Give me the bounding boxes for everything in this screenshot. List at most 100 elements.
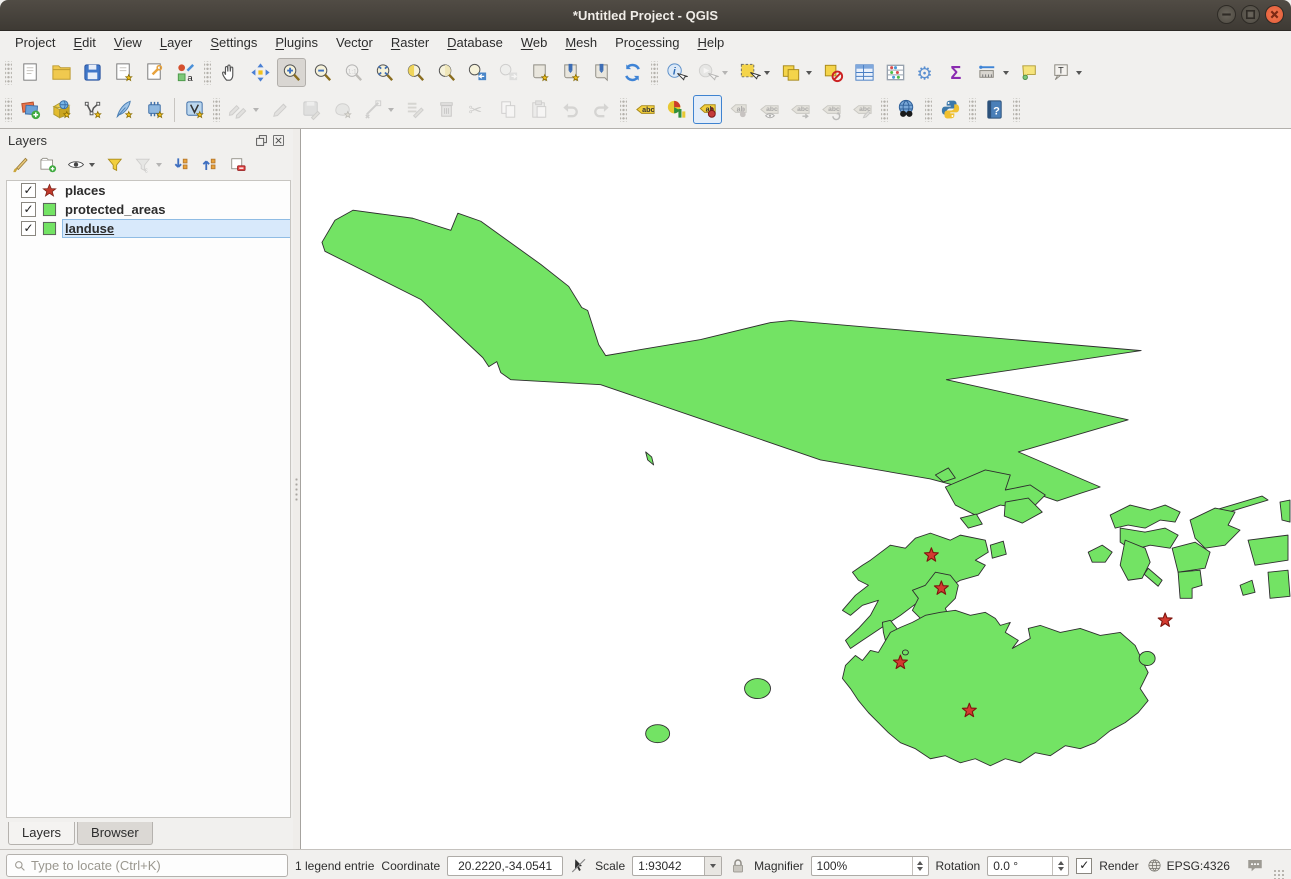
layer-visibility-checkbox[interactable]: ✓	[21, 183, 36, 198]
layer-diagram-button[interactable]	[662, 95, 691, 124]
render-label: Render	[1099, 859, 1138, 873]
menu-view[interactable]: View	[105, 32, 151, 54]
new-project-button[interactable]	[16, 58, 45, 87]
menu-mesh[interactable]: Mesh	[556, 32, 606, 54]
data-source-manager-button[interactable]	[16, 95, 45, 124]
magnifier-spinner[interactable]: 100%	[811, 856, 929, 876]
select-features-button[interactable]	[735, 58, 775, 87]
open-attribute-table-button[interactable]	[850, 58, 879, 87]
legend-count-text: 1 legend entrie	[295, 859, 374, 873]
deselect-features-button[interactable]	[819, 58, 848, 87]
zoom-to-layer-button[interactable]	[432, 58, 461, 87]
mag-native-icon: 1:1	[342, 61, 365, 84]
map-tips-button[interactable]	[1016, 58, 1045, 87]
select-by-value-button[interactable]	[777, 58, 817, 87]
zoom-out-button[interactable]	[308, 58, 337, 87]
crs-status-button[interactable]: EPSG:4326	[1146, 857, 1230, 874]
zoom-in-button[interactable]	[277, 58, 306, 87]
pan-to-selection-button[interactable]	[246, 58, 275, 87]
metasearch-button[interactable]	[892, 95, 921, 124]
menu-settings[interactable]: Settings	[201, 32, 266, 54]
extents-toggle-button[interactable]	[570, 857, 588, 875]
layer-visibility-checkbox[interactable]: ✓	[21, 221, 36, 236]
panel-splitter[interactable]	[293, 129, 300, 849]
locate-search-input[interactable]: Type to locate (Ctrl+K)	[6, 854, 288, 877]
menu-raster[interactable]: Raster	[382, 32, 438, 54]
layout-manager-button[interactable]	[140, 58, 169, 87]
tab-browser[interactable]: Browser	[77, 822, 153, 845]
new-geopackage-layer-button[interactable]	[47, 95, 76, 124]
bookmark-manager-button[interactable]	[556, 58, 585, 87]
scale-combo[interactable]: 1:93042	[632, 856, 722, 876]
identify-features-button[interactable]: i	[662, 58, 691, 87]
zoom-last-button[interactable]	[463, 58, 492, 87]
layer-label[interactable]: protected_areas	[65, 202, 165, 217]
window-title: *Untitled Project - QGIS	[0, 8, 1291, 23]
refresh-button[interactable]	[618, 58, 647, 87]
layer-item-landuse[interactable]: ✓ landuse	[7, 219, 290, 238]
coordinate-input[interactable]: 20.2220,-34.0541	[447, 856, 563, 876]
layer-styling-button[interactable]	[7, 152, 33, 178]
new-shapefile-layer-button[interactable]	[78, 95, 107, 124]
new-scratch-layer-button[interactable]	[140, 95, 169, 124]
pan-map-button[interactable]	[215, 58, 244, 87]
menu-web[interactable]: Web	[512, 32, 557, 54]
zoom-to-selection-button[interactable]	[401, 58, 430, 87]
map-canvas-svg	[301, 129, 1291, 849]
rotation-spinner[interactable]: 0.0 °	[987, 856, 1069, 876]
collapse-all-button[interactable]	[197, 152, 223, 178]
menu-processing[interactable]: Processing	[606, 32, 688, 54]
layer-visibility-checkbox[interactable]: ✓	[21, 202, 36, 217]
spinner-arrows[interactable]	[1052, 857, 1068, 875]
menu-edit[interactable]: Edit	[64, 32, 104, 54]
statistical-summary-button[interactable]: Σ	[943, 58, 972, 87]
zoom-full-button[interactable]	[370, 58, 399, 87]
remove-layer-button[interactable]	[225, 152, 251, 178]
new-bookmark-button[interactable]	[525, 58, 554, 87]
render-checkbox[interactable]: ✓	[1076, 858, 1092, 874]
close-button[interactable]	[1265, 5, 1284, 24]
style-manager-button[interactable]: a	[171, 58, 200, 87]
menu-database[interactable]: Database	[438, 32, 512, 54]
layer-item-protected-areas[interactable]: ✓ protected_areas	[7, 200, 290, 219]
menu-help[interactable]: Help	[688, 32, 733, 54]
minimize-button[interactable]	[1217, 5, 1236, 24]
new-virtual-layer-button[interactable]	[180, 95, 209, 124]
resize-grip[interactable]	[1273, 869, 1285, 879]
measure-button[interactable]	[974, 58, 1014, 87]
expand-all-button[interactable]	[169, 152, 195, 178]
scale-dropdown-button[interactable]	[704, 857, 721, 875]
messages-button[interactable]	[1246, 857, 1264, 875]
maximize-button[interactable]	[1241, 5, 1260, 24]
menu-layer[interactable]: Layer	[151, 32, 202, 54]
panel-close-button[interactable]	[272, 134, 285, 147]
chevron-up-icon	[917, 861, 923, 865]
field-calculator-button[interactable]	[881, 58, 910, 87]
layer-labeling-button[interactable]: abc	[631, 95, 660, 124]
options-button[interactable]: ⚙	[912, 58, 941, 87]
tab-layers[interactable]: Layers	[8, 822, 75, 845]
layer-item-places[interactable]: ✓ places	[7, 181, 290, 200]
save-project-button[interactable]	[78, 58, 107, 87]
layer-label[interactable]: places	[65, 183, 105, 198]
show-bookmarks-button[interactable]	[587, 58, 616, 87]
text-annotation-button[interactable]: T	[1047, 58, 1087, 87]
help-button[interactable]: ?	[980, 95, 1009, 124]
open-project-button[interactable]	[47, 58, 76, 87]
new-print-layout-button[interactable]	[109, 58, 138, 87]
menu-project[interactable]: Project	[6, 32, 64, 54]
pin-labels-button[interactable]: ab	[693, 95, 722, 124]
panel-float-button[interactable]	[255, 134, 268, 147]
layer-label[interactable]: landuse	[65, 221, 114, 236]
map-themes-button[interactable]	[63, 152, 100, 178]
map-canvas[interactable]	[300, 129, 1291, 849]
scale-lock-button[interactable]	[729, 857, 747, 875]
menu-vector[interactable]: Vector	[327, 32, 382, 54]
spinner-arrows[interactable]	[912, 857, 928, 875]
new-spatialite-layer-button[interactable]	[109, 95, 138, 124]
add-group-button[interactable]	[35, 152, 61, 178]
menu-plugins[interactable]: Plugins	[266, 32, 327, 54]
filter-legend-button[interactable]	[102, 152, 128, 178]
python-console-button[interactable]	[936, 95, 965, 124]
poly-swatch-icon	[42, 202, 57, 217]
